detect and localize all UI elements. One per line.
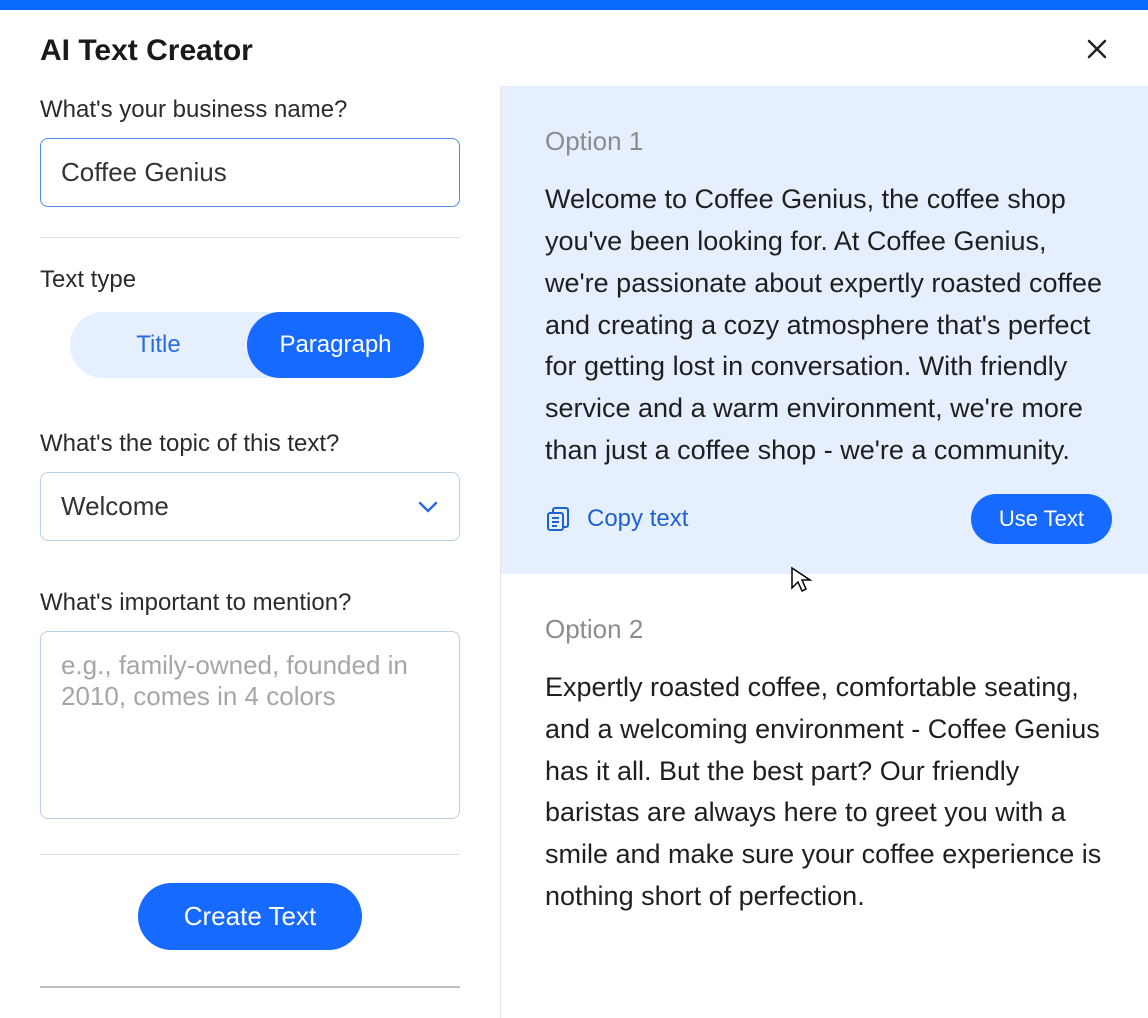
copy-icon: [545, 506, 571, 532]
option-1-label: Option 1: [545, 126, 1112, 157]
option-1-text: Welcome to Coffee Genius, the coffee sho…: [545, 179, 1112, 472]
toggle-title[interactable]: Title: [70, 312, 247, 378]
topic-selected-value: Welcome: [40, 472, 460, 541]
close-icon: [1086, 38, 1108, 60]
result-option-1: Option 1 Welcome to Coffee Genius, the c…: [501, 86, 1148, 574]
option-2-label: Option 2: [545, 614, 1112, 645]
topic-label: What's the topic of this text?: [40, 430, 460, 458]
modal-header: AI Text Creator: [0, 10, 1148, 86]
mention-label: What's important to mention?: [40, 589, 460, 617]
toggle-paragraph[interactable]: Paragraph: [247, 312, 424, 378]
text-type-section: Text type Title Paragraph: [40, 266, 460, 378]
result-option-2: Option 2 Expertly roasted coffee, comfor…: [501, 574, 1148, 948]
close-button[interactable]: [1086, 38, 1108, 64]
option-1-actions: Copy text Use Text: [545, 494, 1112, 544]
app-top-bar: [0, 0, 1148, 10]
divider: [40, 854, 460, 855]
results-panel: Option 1 Welcome to Coffee Genius, the c…: [500, 86, 1148, 1018]
business-name-section: What's your business name?: [40, 86, 460, 207]
copy-text-label: Copy text: [587, 505, 688, 533]
ai-text-creator-modal: AI Text Creator What's your business nam…: [0, 10, 1148, 1018]
mention-section: What's important to mention?: [40, 589, 460, 824]
modal-title: AI Text Creator: [40, 34, 253, 68]
business-name-label: What's your business name?: [40, 96, 460, 124]
modal-body: What's your business name? Text type Tit…: [0, 86, 1148, 1018]
divider: [40, 237, 460, 238]
topic-select[interactable]: Welcome: [40, 472, 460, 541]
text-type-label: Text type: [40, 266, 460, 294]
mention-textarea[interactable]: [40, 631, 460, 819]
text-type-toggle: Title Paragraph: [70, 312, 424, 378]
bottom-divider: [40, 986, 460, 988]
copy-text-button[interactable]: Copy text: [545, 505, 688, 533]
form-panel: What's your business name? Text type Tit…: [0, 86, 500, 1018]
use-text-button[interactable]: Use Text: [971, 494, 1112, 544]
create-text-button[interactable]: Create Text: [138, 883, 362, 950]
topic-section: What's the topic of this text? Welcome: [40, 430, 460, 541]
option-2-text: Expertly roasted coffee, comfortable sea…: [545, 667, 1112, 918]
business-name-input[interactable]: [40, 138, 460, 207]
